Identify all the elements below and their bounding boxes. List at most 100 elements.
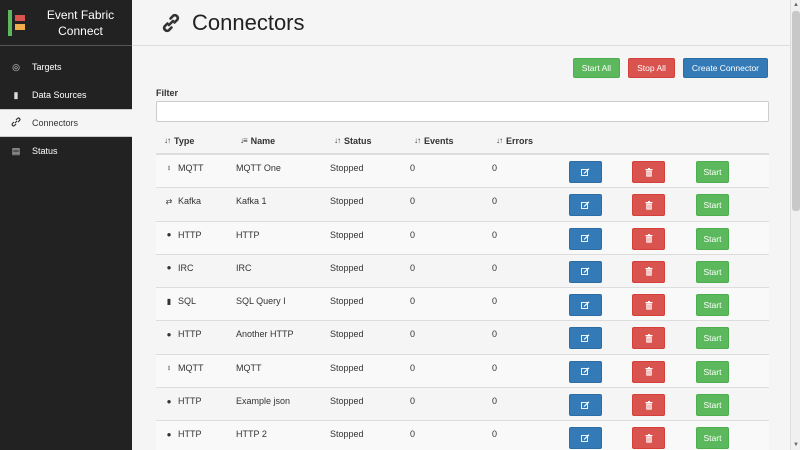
status-cell: Stopped — [330, 429, 364, 440]
sidebar-item-data-sources[interactable]: ▮ Data Sources — [0, 81, 132, 109]
edit-button[interactable] — [569, 360, 602, 383]
type-label: HTTP — [178, 329, 202, 340]
globe-icon: ● — [166, 329, 172, 339]
globe-icon: ● — [166, 230, 172, 240]
edit-button[interactable] — [569, 194, 602, 217]
errors-cell: 0 — [492, 396, 498, 407]
chart-icon: ▤ — [11, 145, 21, 156]
edit-button[interactable] — [569, 427, 602, 450]
edit-icon — [581, 367, 590, 376]
start-button[interactable]: Start — [696, 161, 729, 183]
app-title: Event Fabric Connect — [29, 7, 132, 39]
errors-cell: 0 — [492, 329, 498, 340]
errors-cell: 0 — [492, 362, 498, 373]
errors-cell: 0 — [492, 196, 498, 207]
start-button[interactable]: Start — [696, 260, 729, 283]
edit-icon — [581, 334, 590, 342]
app-title-line1: Event Fabric — [46, 7, 115, 22]
page-header: Connectors — [132, 0, 790, 46]
table-row: ● HTTP Another HTTP Stopped 0 0 Start — [156, 321, 769, 355]
column-header-name[interactable]: ↓≡ Name — [240, 136, 275, 146]
type-cell: ● HTTP — [164, 329, 202, 339]
start-button[interactable]: Start — [696, 427, 729, 450]
start-button[interactable]: Start — [696, 194, 729, 217]
column-header-status[interactable]: ↓↑ Status — [334, 136, 372, 146]
delete-button[interactable] — [632, 427, 665, 450]
sidebar-item-connectors[interactable]: Connectors — [0, 109, 132, 137]
table-row: ● HTTP HTTP 2 Stopped 0 0 Start — [156, 421, 769, 450]
start-button[interactable]: Start — [696, 294, 729, 317]
events-cell: 0 — [410, 262, 416, 273]
status-cell: Stopped — [330, 296, 364, 307]
name-cell: MQTT One — [236, 163, 281, 173]
type-cell: ▮ SQL — [164, 296, 196, 306]
scroll-down-arrow-icon[interactable]: ▼ — [792, 440, 800, 450]
edit-button[interactable] — [569, 327, 602, 350]
sidebar: Event Fabric Connect ◎ Targets ▮ Data So… — [0, 0, 132, 450]
edit-button[interactable] — [569, 161, 602, 183]
trash-icon — [645, 333, 652, 343]
type-cell: ● HTTP — [164, 396, 202, 406]
sort-icon: ↓↑ — [414, 136, 421, 145]
scroll-up-arrow-icon[interactable]: ▲ — [792, 0, 800, 10]
target-icon: ◎ — [12, 61, 20, 72]
sort-icon: ↓↑ — [334, 136, 341, 145]
start-button[interactable]: Start — [696, 360, 729, 383]
edit-button[interactable] — [569, 394, 602, 417]
events-cell: 0 — [410, 229, 416, 240]
events-cell: 0 — [410, 362, 416, 373]
edit-button[interactable] — [569, 227, 602, 250]
sidebar-item-targets[interactable]: ◎ Targets — [0, 53, 132, 81]
delete-button[interactable] — [632, 360, 665, 383]
column-header-events[interactable]: ↓↑ Events — [414, 136, 454, 146]
type-cell: ● HTTP — [164, 230, 202, 240]
type-label: IRC — [178, 262, 194, 273]
delete-button[interactable] — [632, 394, 665, 417]
status-cell: Stopped — [330, 163, 364, 173]
brand[interactable]: Event Fabric Connect — [0, 0, 132, 46]
trash-icon — [645, 433, 652, 443]
name-cell: SQL Query I — [236, 296, 286, 307]
table-row: ▮ SQL SQL Query I Stopped 0 0 Start — [156, 288, 769, 322]
type-label: SQL — [178, 296, 197, 307]
table-row: ⦂ MQTT MQTT One Stopped 0 0 Start — [156, 155, 769, 189]
edit-button[interactable] — [569, 260, 602, 283]
filter-input[interactable] — [156, 101, 769, 122]
edit-icon — [581, 234, 590, 243]
column-header-errors[interactable]: ↓↑ Errors — [496, 136, 533, 146]
scrollbar[interactable]: ▲ ▼ — [790, 0, 800, 450]
edit-button[interactable] — [569, 294, 602, 317]
sidebar-item-status[interactable]: ▤ Status — [0, 137, 132, 165]
column-header-type[interactable]: ↓↑ Type — [164, 136, 194, 146]
sort-icon: ↓↑ — [164, 136, 171, 145]
page-title: Connectors — [192, 9, 305, 35]
create-connector-button[interactable]: Create Connector — [682, 58, 768, 78]
events-cell: 0 — [410, 329, 416, 340]
trash-icon — [645, 300, 652, 310]
table-row: ⦂ MQTT MQTT Stopped 0 0 Start — [156, 354, 769, 389]
trash-icon — [645, 234, 652, 243]
delete-button[interactable] — [632, 260, 665, 283]
stop-all-button[interactable]: Stop All — [628, 58, 675, 78]
events-cell: 0 — [410, 163, 416, 173]
start-all-button[interactable]: Start All — [572, 58, 621, 78]
column-label: Name — [250, 135, 276, 146]
type-label: HTTP — [178, 429, 202, 440]
delete-button[interactable] — [632, 227, 665, 250]
trash-icon — [645, 367, 652, 376]
name-cell: Kafka 1 — [236, 196, 267, 207]
delete-button[interactable] — [632, 161, 665, 183]
sort-alpha-icon: ↓≡ — [240, 136, 248, 145]
delete-button[interactable] — [632, 294, 665, 317]
scrollbar-thumb[interactable] — [792, 11, 800, 211]
start-button[interactable]: Start — [696, 394, 729, 417]
toolbar: Start All Stop All Create Connector — [572, 58, 768, 78]
delete-button[interactable] — [632, 327, 665, 350]
globe-icon: ● — [166, 396, 172, 406]
main-content: Connectors Start All Stop All Create Con… — [132, 0, 800, 450]
delete-button[interactable] — [632, 194, 665, 217]
events-cell: 0 — [410, 429, 416, 440]
start-button[interactable]: Start — [696, 227, 729, 250]
start-button[interactable]: Start — [696, 327, 729, 350]
sidebar-item-label: Connectors — [32, 118, 79, 128]
